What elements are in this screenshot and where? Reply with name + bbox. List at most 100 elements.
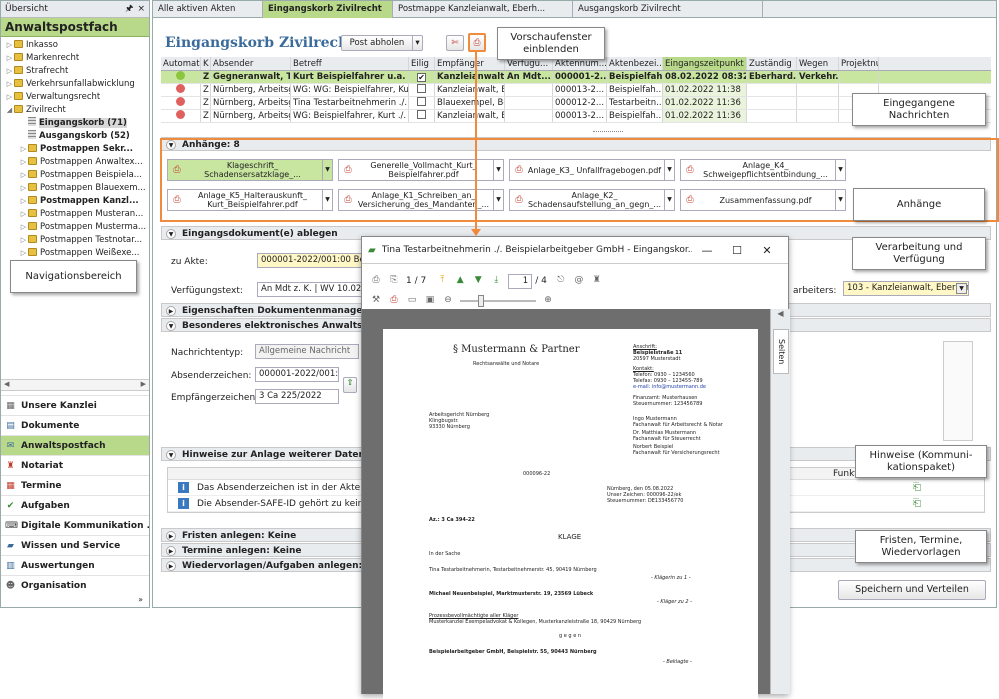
expand-arrow-icon[interactable]: ▷ (5, 91, 14, 104)
zoom-in-icon[interactable]: ⊕ (542, 295, 554, 307)
scroll-left-icon[interactable]: ◀ (4, 380, 9, 388)
urgent-checkbox[interactable]: ✔ (417, 73, 426, 82)
expand-arrow-icon[interactable]: ▷ (19, 169, 28, 182)
recipient-ref-field[interactable]: 3 Ca 225/2022 (255, 389, 339, 404)
expand-arrow-icon[interactable]: ▷ (19, 221, 28, 234)
attachment-item[interactable]: ⎙ Klageschrift_ Schadensersatzklage_... ▼ (167, 159, 333, 181)
maximize-icon[interactable]: ☐ (722, 244, 752, 257)
apply-hint-icon[interactable]: ⎗ (913, 480, 921, 496)
tree-item[interactable]: ▷ Markenrecht (1, 52, 149, 65)
chevron-down-icon[interactable]: ▾ (412, 36, 422, 50)
tree-item[interactable]: ▷ Postmappen Kanzl... (1, 195, 149, 208)
nav-item[interactable]: ▥ Auswertungen (1, 555, 149, 575)
column-header[interactable]: K (201, 57, 211, 70)
column-header[interactable]: Aktenbezei... (607, 57, 663, 70)
expand-arrow-icon[interactable]: ▷ (5, 52, 14, 65)
column-header[interactable]: Automati... (161, 57, 201, 70)
tab[interactable]: Postmappe Kanzleianwalt, Eberh... (393, 1, 573, 18)
attachment-item[interactable]: ⎙ Anlage_K1_Schreiben_an_ Versicherung_de… (338, 189, 504, 211)
single-page-icon[interactable]: ▭ (406, 295, 418, 307)
expand-icon[interactable]: ▶ (166, 561, 176, 571)
expand-arrow-icon[interactable]: ▷ (19, 143, 28, 156)
chevron-down-icon[interactable]: ▼ (956, 283, 967, 294)
message-text-area[interactable] (943, 341, 973, 441)
sender-ref-field[interactable]: 000001-2022/001:0 (255, 367, 339, 382)
nav-item[interactable]: ✉ Anwaltspostfach (1, 435, 149, 455)
column-header[interactable]: Eilig (409, 57, 435, 70)
chevron-down-icon[interactable]: ▼ (835, 160, 845, 180)
nav-item[interactable]: ⌨ Digitale Kommunikation ... (1, 515, 149, 535)
attachments-header[interactable]: ▼ Anhänge: 8 (161, 137, 991, 151)
tab[interactable]: Eingangskorb Zivilrecht (263, 1, 393, 18)
chevron-down-icon[interactable]: ▼ (493, 190, 503, 210)
column-header[interactable]: Projektnu... (839, 57, 879, 70)
attachment-item[interactable]: ⎙ Anlage_K4_ Schweigepflichtsentbindung_.… (680, 159, 846, 181)
expand-arrow-icon[interactable]: ▷ (19, 182, 28, 195)
tree-item[interactable]: ▷ Strafrecht (1, 65, 149, 78)
attachment-item[interactable]: ⎙ Anlage_K5_Halterauskunft_ Kurt_Beispiel… (167, 189, 333, 211)
column-header[interactable]: Zuständig (747, 57, 797, 70)
tree-item[interactable]: ▷ Postmappen Blauexem... (1, 182, 149, 195)
column-header[interactable]: Betreff (291, 57, 409, 70)
first-page-icon[interactable]: ⤒ (436, 275, 448, 287)
column-header[interactable]: Absender (211, 57, 291, 70)
tree-item[interactable]: ▷ Postmappen Beispiela... (1, 169, 149, 182)
print-icon[interactable]: ⎙ (370, 275, 382, 287)
urgent-checkbox[interactable] (417, 97, 426, 106)
column-header[interactable]: Wegen (797, 57, 839, 70)
nav-item[interactable]: ▦ Termine (1, 475, 149, 495)
export-icon[interactable]: ⎘ (388, 275, 400, 287)
tree-scrollbar[interactable]: ◀ ▶ (1, 379, 149, 391)
expand-arrow-icon[interactable]: ▷ (19, 195, 28, 208)
pages-tab[interactable]: Seiten (773, 329, 789, 374)
tree-item[interactable]: ▷ Postmappen Musterma... (1, 221, 149, 234)
tree-item[interactable]: ▷ Postmappen Anwaltex... (1, 156, 149, 169)
close-icon[interactable]: ✕ (752, 244, 782, 257)
scroll-right-icon[interactable]: ▶ (141, 380, 146, 388)
instruction-input[interactable]: An Mdt z. K. | WV 10.02.202 (257, 282, 367, 297)
email-icon[interactable]: @ (573, 275, 585, 287)
collapse-icon[interactable]: ▼ (166, 321, 176, 331)
chevron-down-icon[interactable]: ▼ (835, 190, 845, 210)
page-view[interactable]: § Mustermann & Partner Rechtsanwälte und… (362, 309, 770, 699)
urgent-checkbox[interactable] (417, 110, 426, 119)
zoom-out-icon[interactable]: ⊖ (442, 295, 454, 307)
nav-item[interactable]: ▤ Dokumente (1, 415, 149, 435)
tools-icon[interactable]: ⚒ (370, 295, 382, 307)
tree-item[interactable]: ▷ Verwaltungsrecht (1, 91, 149, 104)
nav-item[interactable]: ☻ Organisation (1, 575, 149, 595)
close-icon[interactable]: × (137, 4, 145, 14)
expand-arrow-icon[interactable]: ▷ (19, 156, 28, 169)
pin-icon[interactable]: 🖈 (125, 1, 133, 17)
apply-hint-icon[interactable]: ⎗ (913, 496, 921, 512)
urgent-checkbox[interactable] (417, 84, 426, 93)
collapse-icon[interactable]: ▼ (166, 140, 176, 150)
expand-arrow-icon[interactable]: ◢ (5, 104, 14, 117)
tree-item[interactable]: ▷ Postmappen Musteran... (1, 208, 149, 221)
tree-item[interactable]: ▷ Postmappen Sekr... (1, 143, 149, 156)
attachment-item[interactable]: ⎙ Generelle_Vollmacht_Kurt_ Beispielfahre… (338, 159, 504, 181)
tree-item[interactable]: ▷ Verkehrsunfallabwicklung (1, 78, 149, 91)
save-distribute-button[interactable]: Speichern und Verteilen (838, 580, 986, 600)
zoom-slider-handle[interactable] (478, 295, 484, 307)
attachment-item[interactable]: ⎙ Anlage_K3_ Unfallfragebogen.pdf ▼ (509, 159, 675, 181)
last-page-icon[interactable]: ⤓ (490, 275, 502, 287)
tab[interactable]: Alle aktiven Akten (153, 1, 263, 18)
page-input[interactable]: 1 (508, 273, 533, 289)
next-page-icon[interactable]: ▼ (472, 275, 484, 287)
tree-item[interactable]: Eingangskorb (71) (1, 117, 149, 130)
preview-window-button[interactable]: ⎙ (468, 33, 486, 52)
expand-arrow-icon[interactable]: ▷ (5, 78, 14, 91)
expand-arrow-icon[interactable]: ▷ (5, 39, 14, 52)
chevron-down-icon[interactable]: ▼ (493, 160, 503, 180)
nav-item[interactable]: ♜ Notariat (1, 455, 149, 475)
zoom-slider[interactable] (460, 295, 536, 307)
expand-icon[interactable]: ▶ (166, 546, 176, 556)
column-header[interactable]: Eingangszeitpunkt ▾ (663, 57, 747, 70)
tree-item[interactable]: ◢ Zivilrecht (1, 104, 149, 117)
chevron-down-icon[interactable]: ▼ (322, 160, 332, 180)
table-row[interactable]: ZGegneranwalt, Tilo (9...Kurt Beispielfa… (161, 71, 991, 84)
expand-icon[interactable]: ▶ (166, 531, 176, 541)
expand-icon[interactable]: ▶ (166, 306, 176, 316)
file-input[interactable]: 000001-2022/001:00 Beisp (257, 253, 367, 268)
